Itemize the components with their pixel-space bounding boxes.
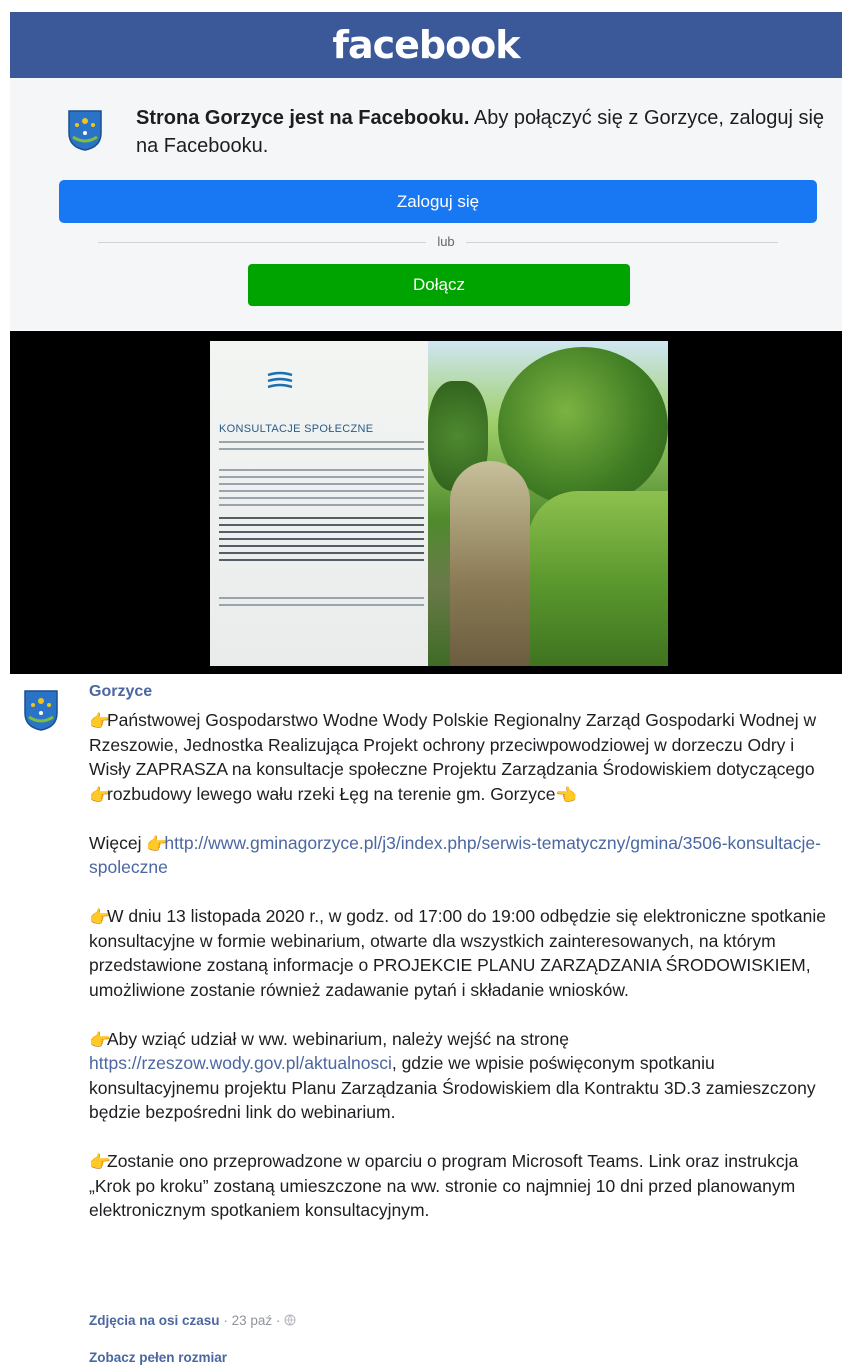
river-photo bbox=[428, 341, 668, 666]
crest-icon[interactable] bbox=[23, 689, 59, 731]
river-bank-shape bbox=[528, 491, 668, 666]
login-prompt: Strona Gorzyce jest na Facebooku. Aby po… bbox=[136, 104, 826, 160]
full-size-link[interactable]: Zobacz pełen rozmiar bbox=[89, 1350, 227, 1365]
divider-left bbox=[98, 242, 426, 243]
separator: · bbox=[272, 1313, 285, 1328]
wody-polskie-logo-icon bbox=[267, 371, 293, 389]
river-shape bbox=[450, 461, 530, 666]
post-body: 👉Państwowej Gospodarstwo Wodne Wody Pols… bbox=[89, 708, 834, 1247]
divider-right bbox=[466, 242, 778, 243]
paragraph-text: Więcej bbox=[89, 832, 147, 853]
paragraph-text: rozbudowy lewego wału rzeki Łęg na teren… bbox=[107, 783, 556, 804]
page-name-bold: Strona Gorzyce jest na Facebooku. bbox=[136, 107, 470, 129]
separator: · bbox=[219, 1313, 232, 1328]
pointing-hand-left-icon: 👈 bbox=[555, 784, 578, 805]
login-button[interactable]: Zaloguj się bbox=[59, 180, 817, 223]
pointing-hand-icon: 👉 bbox=[89, 711, 111, 731]
post-date[interactable]: 23 paź bbox=[232, 1313, 273, 1328]
paragraph-text: W dniu 13 listopada 2020 r., w godz. od … bbox=[89, 906, 826, 1000]
facebook-logo[interactable]: facebook bbox=[332, 23, 520, 67]
or-text: lub bbox=[437, 234, 455, 249]
paragraph-text: Aby wziąć udział w ww. webinarium, należ… bbox=[107, 1028, 569, 1049]
post-paragraph: 👉Państwowej Gospodarstwo Wodne Wody Pols… bbox=[89, 708, 834, 806]
globe-icon bbox=[284, 1314, 296, 1326]
poster-text-lines bbox=[219, 597, 424, 611]
paragraph-text: Państwowej Gospodarstwo Wodne Wody Polsk… bbox=[89, 710, 817, 779]
pointing-hand-icon: 👉 bbox=[146, 833, 169, 854]
post-author[interactable]: Gorzyce bbox=[89, 683, 152, 701]
login-panel: Strona Gorzyce jest na Facebooku. Aby po… bbox=[10, 78, 842, 330]
facebook-header: facebook bbox=[10, 12, 842, 78]
crest-icon bbox=[68, 110, 102, 151]
gmina-link[interactable]: http://www.gminagorzyce.pl/j3/index.php/… bbox=[89, 833, 821, 878]
post-paragraph: 👉W dniu 13 listopada 2020 r., w godz. od… bbox=[89, 904, 834, 1002]
join-button[interactable]: Dołącz bbox=[248, 264, 630, 306]
wody-link[interactable]: https://rzeszow.wody.gov.pl/aktualnosci bbox=[89, 1053, 392, 1073]
post-paragraph: 👉Zostanie ono przeprowadzone w oparciu o… bbox=[89, 1149, 834, 1223]
pointing-hand-icon: 👉 bbox=[89, 1029, 111, 1050]
poster-text-lines bbox=[219, 517, 424, 563]
poster-title: KONSULTACJE SPOŁECZNE bbox=[219, 423, 374, 435]
poster-image: KONSULTACJE SPOŁECZNE bbox=[210, 341, 668, 666]
poster-text-lines bbox=[219, 469, 424, 507]
pointing-hand-icon: 👉 bbox=[89, 907, 111, 927]
post-paragraph: 👉Aby wziąć udział w ww. webinarium, nale… bbox=[89, 1027, 834, 1125]
post-footer: Zdjęcia na osi czasu · 23 paź · bbox=[89, 1313, 296, 1328]
pointing-hand-icon: 👉 bbox=[89, 784, 111, 805]
pointing-hand-icon: 👉 bbox=[89, 1152, 111, 1172]
post-photo[interactable]: KONSULTACJE SPOŁECZNE bbox=[10, 331, 842, 674]
post-paragraph: Więcej 👉http://www.gminagorzyce.pl/j3/in… bbox=[89, 831, 834, 880]
poster-text-panel: KONSULTACJE SPOŁECZNE bbox=[210, 341, 428, 666]
poster-text-lines bbox=[219, 441, 424, 455]
paragraph-text: Zostanie ono przeprowadzone w oparciu o … bbox=[89, 1151, 799, 1220]
album-link[interactable]: Zdjęcia na osi czasu bbox=[89, 1313, 220, 1328]
